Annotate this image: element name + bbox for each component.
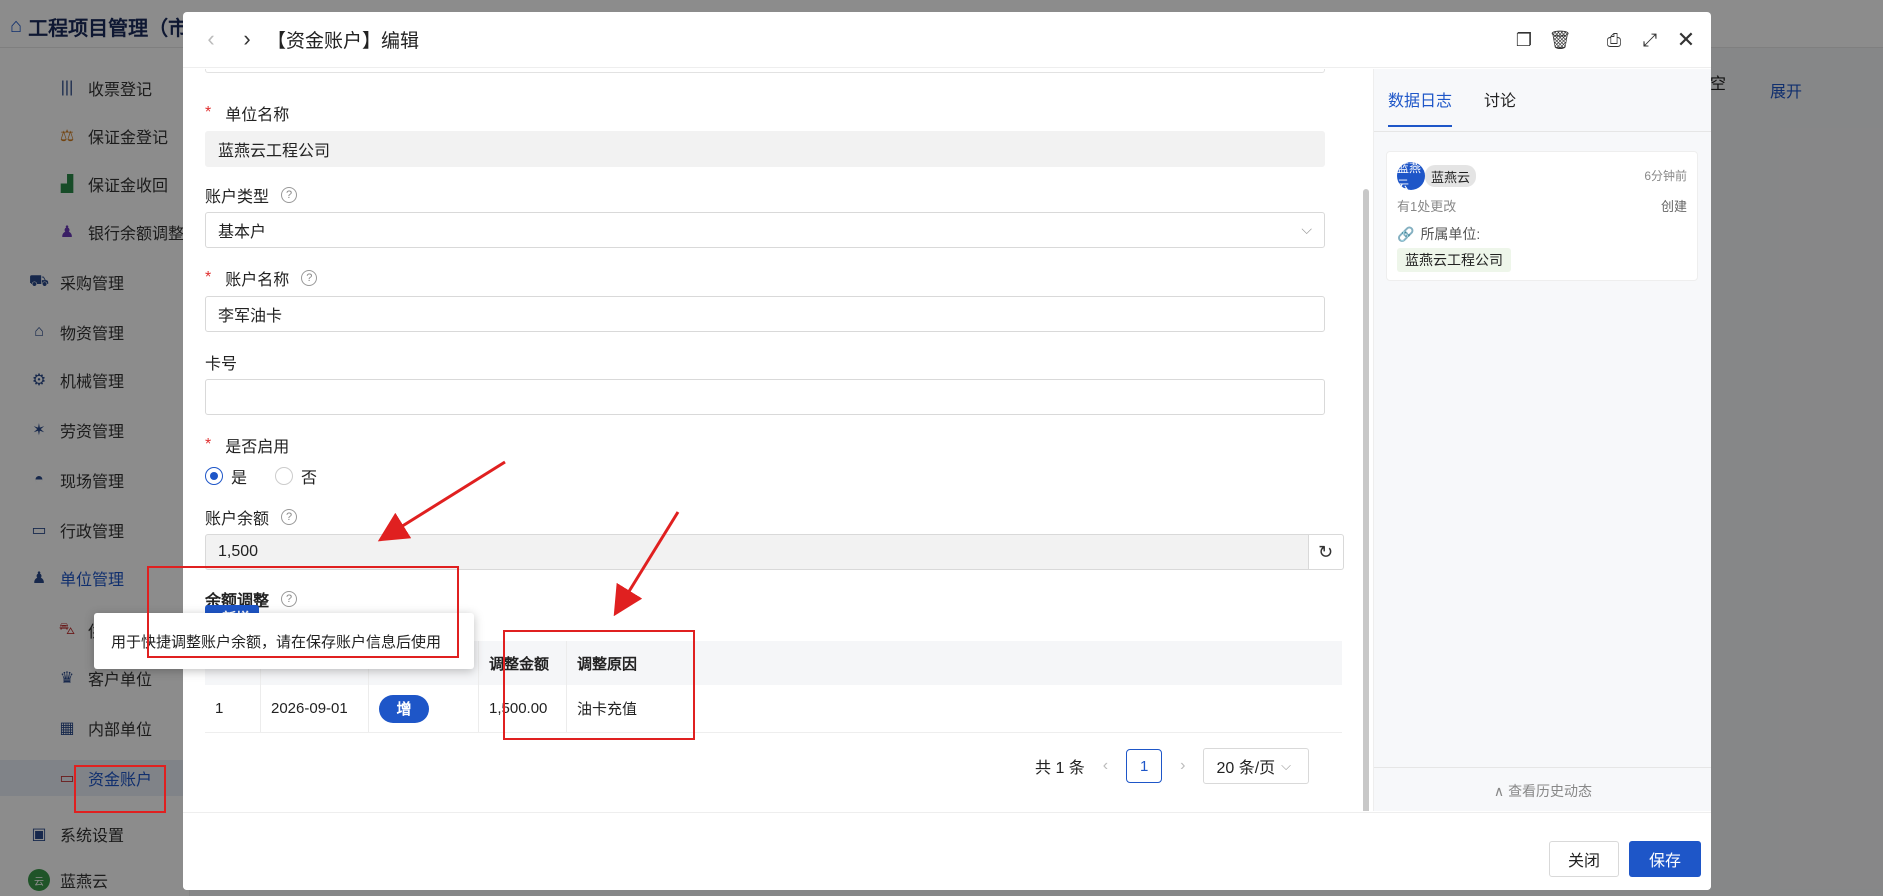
arrow-to-table	[613, 511, 680, 617]
arrow-to-balance	[377, 460, 506, 542]
annotation-arrows	[377, 460, 680, 617]
